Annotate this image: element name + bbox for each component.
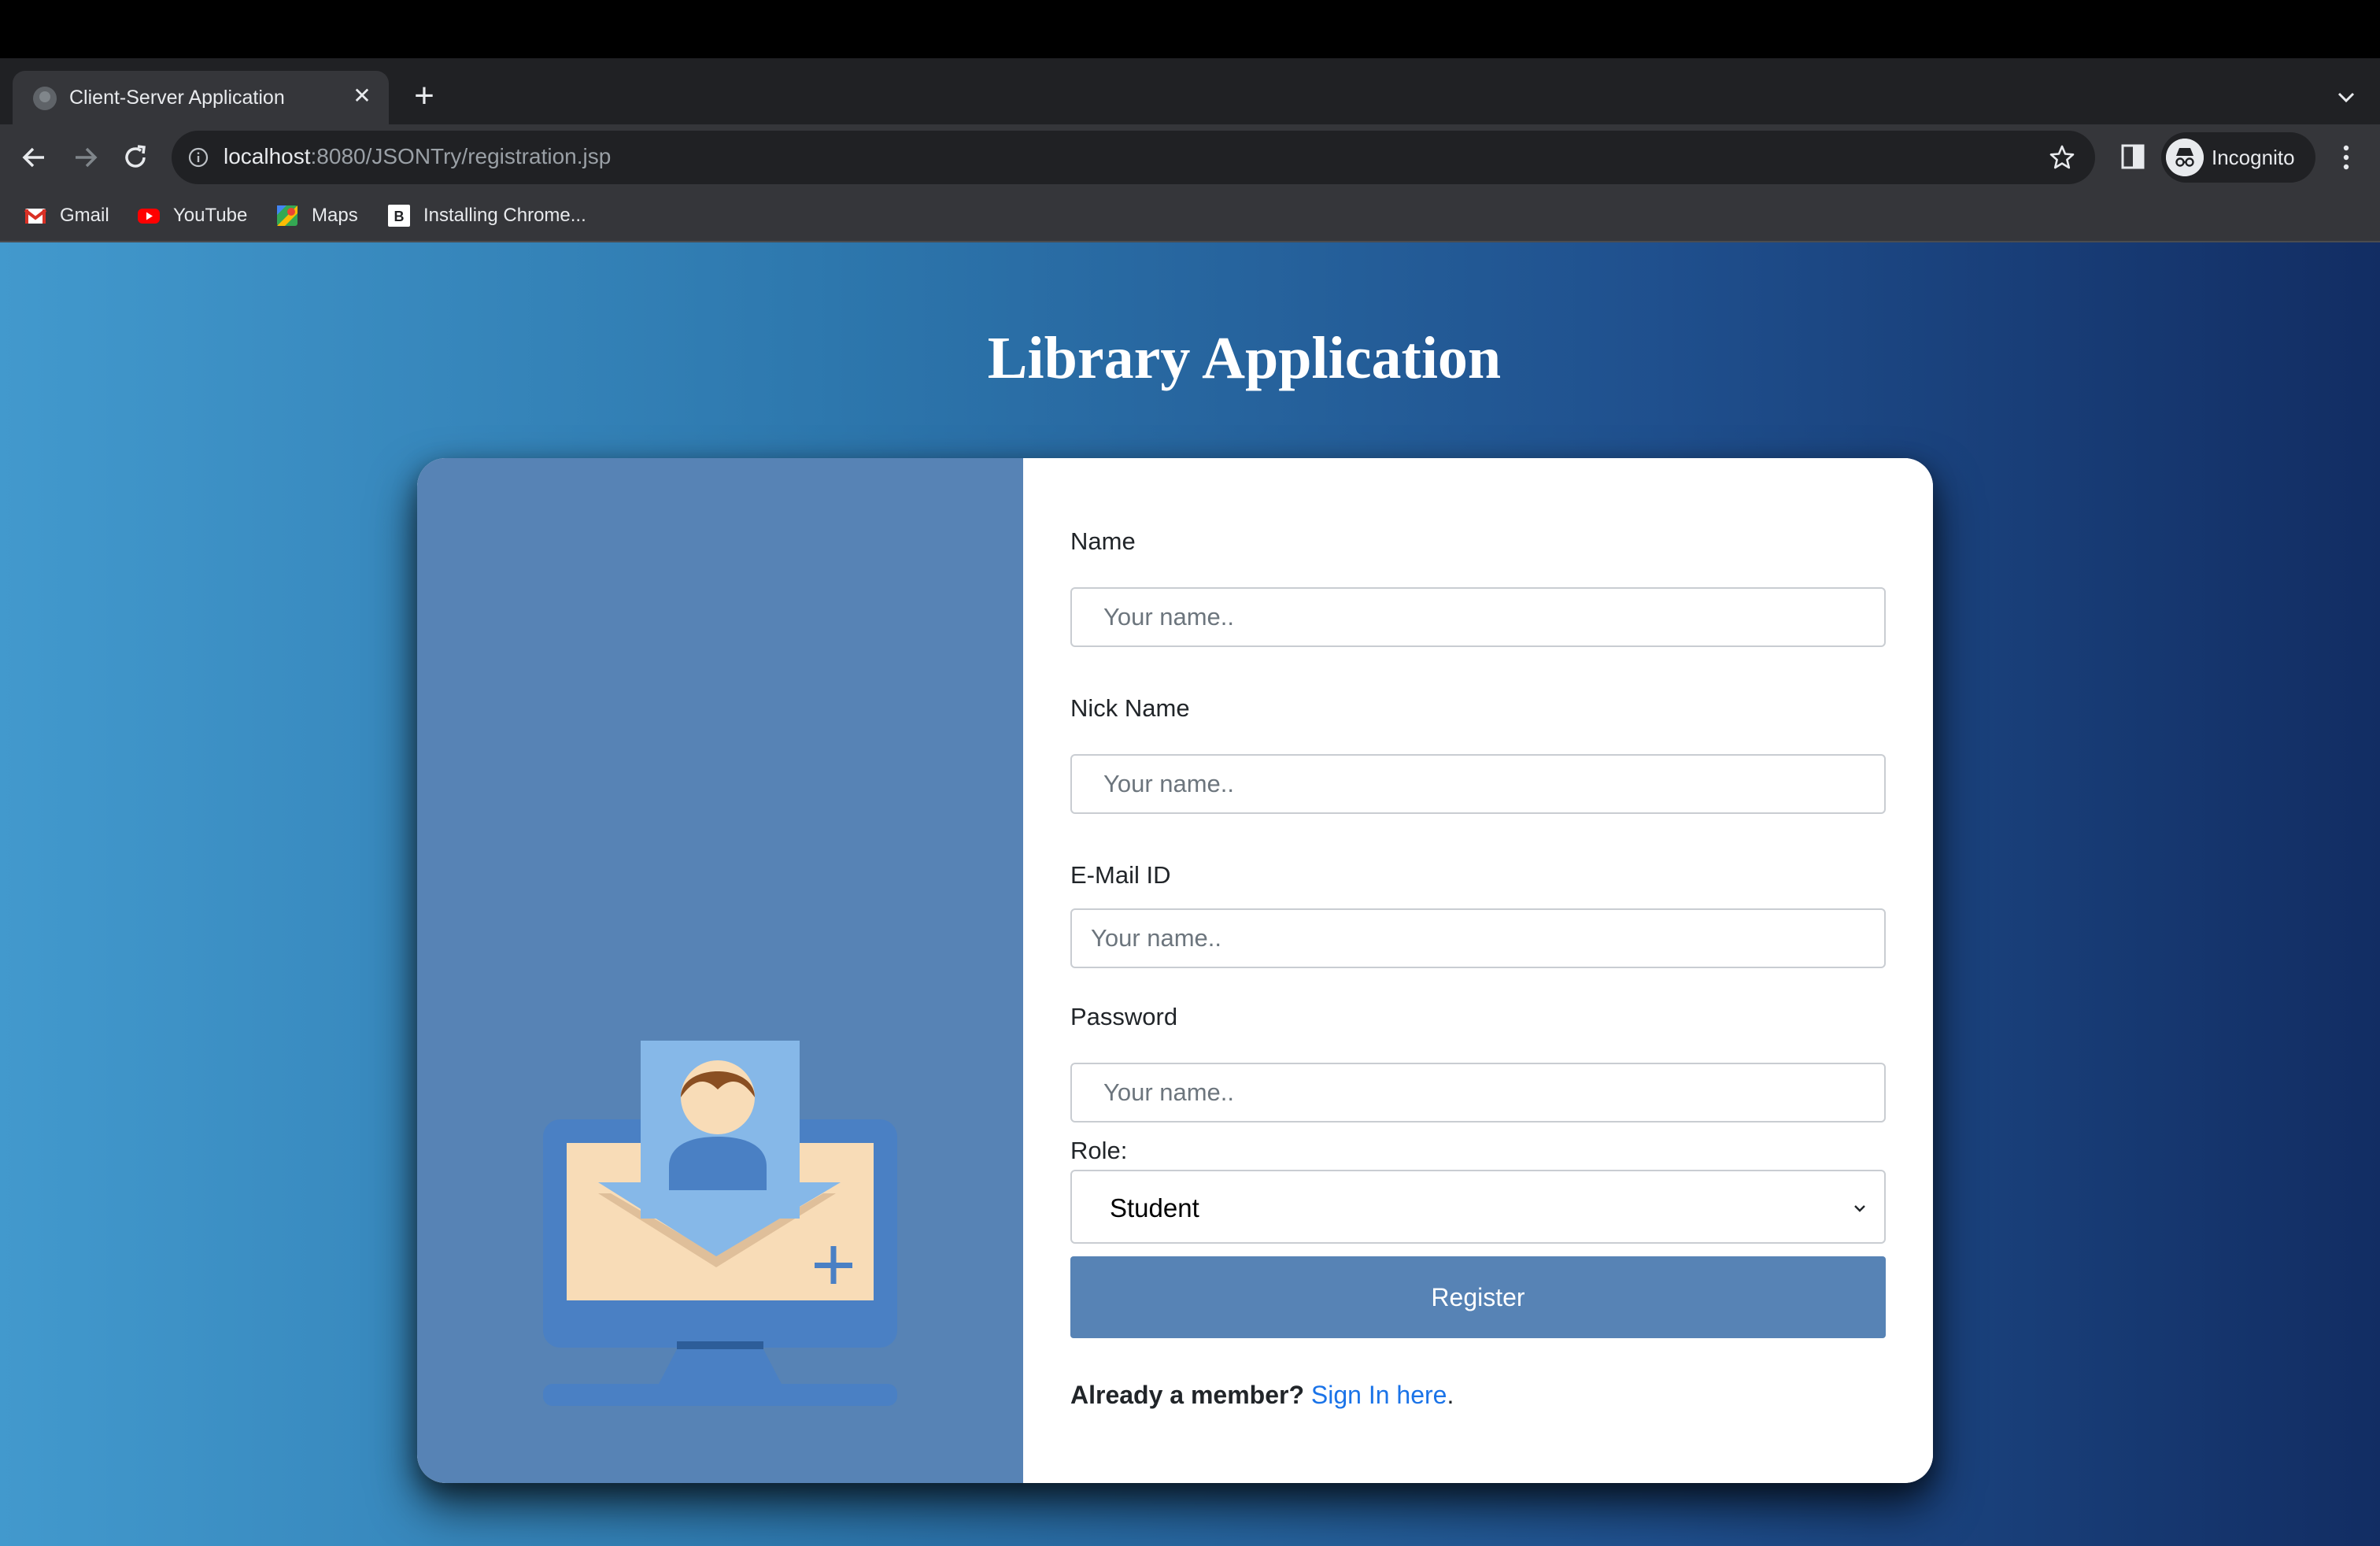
name-input[interactable] <box>1070 587 1886 647</box>
incognito-icon <box>2166 139 2204 176</box>
globe-icon <box>33 87 57 110</box>
nick-name-label: Nick Name <box>1070 694 1190 722</box>
url-path: :8080/JSONTry/registration.jsp <box>310 144 612 168</box>
browser-tab[interactable]: Client-Server Application ✕ <box>13 71 389 124</box>
maps-icon <box>277 205 298 226</box>
bookmark-label: Installing Chrome... <box>423 205 586 226</box>
bookmark-star-icon[interactable] <box>2048 143 2076 172</box>
close-tab-icon[interactable]: ✕ <box>346 80 378 112</box>
page-content: Library Application Name Your name.. Nic… <box>0 242 2380 1546</box>
registration-form: Name Nick Name E-Mail ID Password Role: … <box>1023 458 1933 1483</box>
bookmark-maps[interactable]: Maps <box>275 202 358 230</box>
email-input[interactable] <box>1070 908 1886 968</box>
url-host: localhost <box>224 144 311 168</box>
tab-title: Client-Server Application <box>69 87 285 109</box>
gmail-icon <box>24 209 47 224</box>
bookmarks-bar: Gmail YouTube Maps B Installing Chrome..… <box>0 190 2380 242</box>
url-text: localhost:8080/JSONTry/registration.jsp <box>224 144 611 169</box>
bookmark-installing-chrome[interactable]: B Installing Chrome... <box>387 202 586 230</box>
window-top-strip <box>0 0 2380 58</box>
bookmark-b-icon: B <box>388 205 410 227</box>
name-label: Name <box>1070 527 1136 555</box>
new-tab-button[interactable]: + <box>405 79 444 118</box>
role-selected-value: Student <box>1110 1193 1199 1222</box>
sign-in-link[interactable]: Sign In here <box>1311 1381 1447 1409</box>
back-arrow-icon[interactable] <box>16 139 54 176</box>
incognito-label: Incognito <box>2212 146 2295 169</box>
bookmark-youtube[interactable]: YouTube <box>137 202 247 230</box>
sign-in-suffix: . <box>1447 1381 1454 1409</box>
password-input[interactable] <box>1070 1063 1886 1123</box>
bookmark-gmail[interactable]: Gmail <box>24 202 109 230</box>
svg-text:B: B <box>394 209 405 224</box>
already-member-line: Already a member? Sign In here. <box>1070 1381 1454 1410</box>
bookmark-label: YouTube <box>173 205 248 226</box>
illustration-panel <box>417 458 1023 1483</box>
more-menu-icon[interactable] <box>2334 142 2358 173</box>
bookmark-label: Maps <box>312 205 358 226</box>
address-bar[interactable]: localhost:8080/JSONTry/registration.jsp <box>172 131 2095 184</box>
incognito-profile-button[interactable]: Incognito <box>2161 132 2315 183</box>
bookmark-label: Gmail <box>60 205 109 226</box>
chevron-down-icon[interactable] <box>2334 85 2358 109</box>
email-label: E-Mail ID <box>1070 861 1171 889</box>
forward-arrow-icon[interactable] <box>66 139 104 176</box>
already-member-text: Already a member? <box>1070 1381 1305 1409</box>
browser-toolbar: localhost:8080/JSONTry/registration.jsp … <box>0 124 2380 190</box>
register-button[interactable]: Register <box>1070 1256 1886 1338</box>
page-title: Library Application <box>987 325 1502 391</box>
reload-icon[interactable] <box>116 139 154 176</box>
registration-card: Name Nick Name E-Mail ID Password Role: … <box>417 458 1933 1483</box>
user-registration-illustration-icon <box>543 1041 897 1406</box>
nick-name-input[interactable] <box>1070 754 1886 814</box>
tab-bar: Client-Server Application ✕ + <box>0 58 2380 124</box>
info-icon[interactable] <box>187 146 209 168</box>
side-panel-icon[interactable] <box>2120 143 2145 170</box>
role-select[interactable]: Student <box>1070 1170 1886 1244</box>
role-label: Role: <box>1070 1137 1128 1164</box>
youtube-icon <box>138 209 160 224</box>
password-label: Password <box>1070 1003 1178 1030</box>
chevron-down-icon <box>1854 1205 1865 1212</box>
